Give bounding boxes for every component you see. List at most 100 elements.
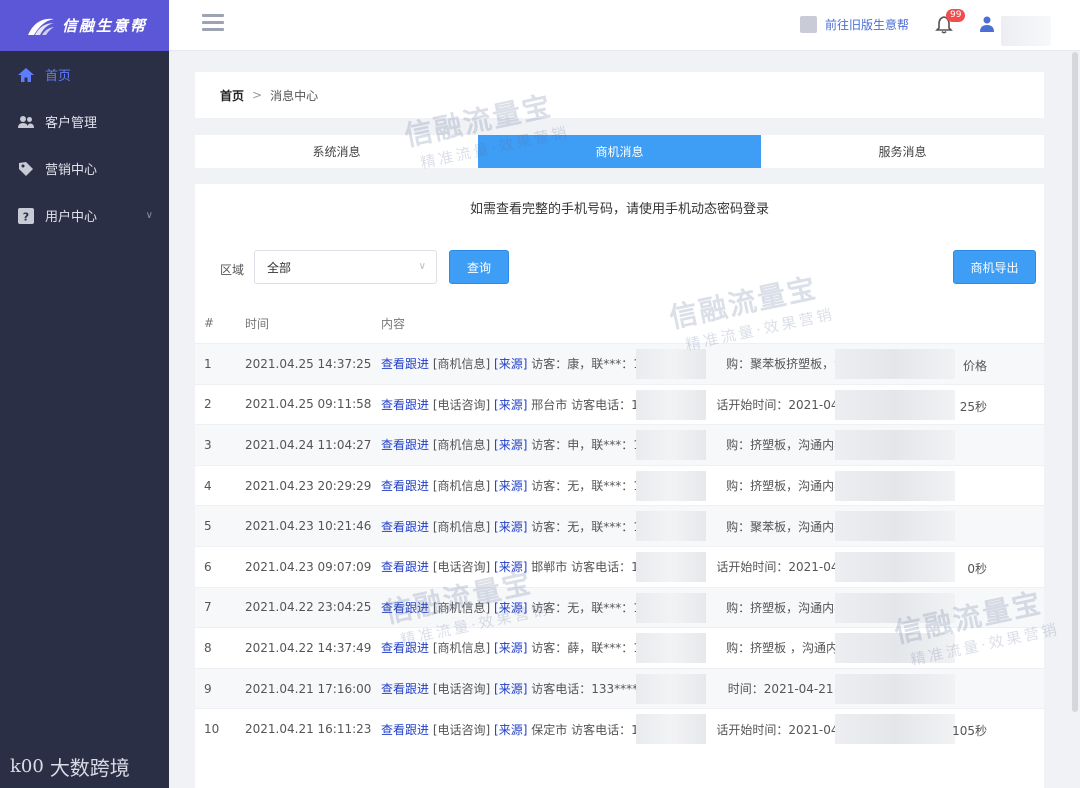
source-link[interactable]: [来源] [494, 438, 527, 452]
svg-text:?: ? [23, 210, 29, 223]
sidebar-item-customers[interactable]: 客户管理 [0, 98, 169, 145]
old-version-label: 前往旧版生意帮 [825, 18, 910, 32]
help-icon: ? [18, 207, 34, 224]
sidebar-item-label: 营销中心 [45, 163, 98, 178]
redacted-block [636, 470, 706, 501]
row-index: 9 [204, 681, 212, 696]
redacted-block [636, 430, 706, 461]
row-index: 6 [204, 559, 212, 574]
redacted-block [636, 511, 706, 542]
home-icon [18, 67, 34, 82]
chevron-down-icon: ∨ [145, 210, 153, 221]
app-logo[interactable]: 信融生意帮 [0, 0, 169, 51]
sidebar-item-label: 首页 [45, 69, 72, 84]
region-select[interactable]: 全部 ∨ [254, 250, 437, 284]
view-followup-link[interactable]: 查看跟进 [381, 479, 429, 493]
visitor-info: 保定市 访客电话：17 [531, 722, 647, 737]
message-tabs: 系统消息 商机消息 服务消息 [195, 135, 1044, 168]
view-followup-link[interactable]: 查看跟进 [381, 560, 429, 574]
redacted-block [835, 633, 955, 664]
source-link[interactable]: [来源] [494, 682, 527, 696]
row-index: 8 [204, 640, 212, 655]
sidebar-item-user-center[interactable]: ? 用户中心 ∨ [0, 192, 169, 239]
source-link[interactable]: [来源] [494, 641, 527, 655]
redacted-block [835, 551, 955, 582]
sidebar-item-home[interactable]: 首页 [0, 51, 169, 98]
message-type: [商机信息] [432, 479, 491, 494]
login-notice: 如需查看完整的手机号码，请使用手机动态密码登录 [469, 202, 769, 217]
view-followup-link[interactable]: 查看跟进 [381, 723, 429, 737]
table-row: 4 2021.04.23 20:29:29 查看跟进 [商机信息] [来源] 访客：… [195, 464, 1044, 506]
row-tail: 25秒 [959, 399, 987, 414]
bottom-brand: k00 大数跨境 [10, 752, 130, 781]
breadcrumb-home[interactable]: 首页 [220, 87, 244, 104]
old-version-link[interactable]: 前往旧版生意帮 [800, 16, 909, 33]
view-followup-link[interactable]: 查看跟进 [381, 520, 429, 534]
message-type: [电话咨询] [432, 682, 491, 697]
view-followup-link[interactable]: 查看跟进 [381, 357, 429, 371]
message-type: [商机信息] [432, 641, 491, 656]
message-type: [电话咨询] [432, 397, 491, 412]
table-row: 9 2021.04.21 17:16:00 查看跟进 [电话咨询] [来源] 访客电… [195, 667, 1044, 709]
menu-toggle-icon[interactable] [202, 14, 224, 32]
row-time: 2021.04.21 17:16:00 [245, 681, 372, 696]
breadcrumb-separator: > [252, 88, 263, 102]
top-header: 前往旧版生意帮 99 [169, 0, 1080, 51]
view-followup-link[interactable]: 查看跟进 [381, 438, 429, 452]
messages-table: # 时间 内容 1 2021.04.25 14:37:25 查看跟进 [商机信息] … [195, 303, 1044, 749]
table-row: 10 2021.04.21 16:11:23 查看跟进 [电话咨询] [来源] 保定… [195, 708, 1044, 749]
view-followup-link[interactable]: 查看跟进 [381, 601, 429, 615]
row-time: 2021.04.23 20:29:29 [245, 478, 372, 493]
source-link[interactable]: [来源] [494, 601, 527, 615]
export-button[interactable]: 商机导出 [953, 250, 1036, 284]
source-link[interactable]: [来源] [494, 520, 527, 534]
redacted-block [636, 551, 706, 582]
source-link[interactable]: [来源] [494, 357, 527, 371]
row-time: 2021.04.21 16:11:23 [245, 722, 372, 737]
message-type: [商机信息] [432, 600, 491, 615]
redacted-block [835, 389, 955, 420]
scrollbar[interactable] [1072, 52, 1078, 712]
sidebar-item-marketing[interactable]: 营销中心 [0, 145, 169, 192]
message-type: [电话咨询] [432, 560, 491, 575]
redacted-block [835, 511, 955, 542]
view-followup-link[interactable]: 查看跟进 [381, 682, 429, 696]
query-button[interactable]: 查询 [449, 250, 509, 284]
breadcrumb: 首页 > 消息中心 [195, 72, 1044, 118]
table-row: 7 2021.04.22 23:04:25 查看跟进 [商机信息] [来源] 访客：… [195, 586, 1044, 628]
redacted-block [835, 349, 955, 379]
breadcrumb-current: 消息中心 [270, 88, 319, 103]
source-link[interactable]: [来源] [494, 479, 527, 493]
tab-system-messages[interactable]: 系统消息 [195, 135, 478, 168]
users-icon [18, 115, 34, 128]
row-tail: 价格 [962, 359, 987, 373]
redacted-block [835, 592, 955, 623]
source-link[interactable]: [来源] [494, 560, 527, 574]
region-select-value: 全部 [267, 260, 292, 275]
redacted-block [835, 673, 955, 704]
tab-business-messages[interactable]: 商机消息 [478, 135, 761, 168]
chevron-down-icon: ∨ [418, 261, 426, 272]
source-link[interactable]: [来源] [494, 723, 527, 737]
brand-mark: k00 [10, 756, 44, 777]
redacted-block [636, 389, 706, 420]
row-index: 7 [204, 600, 212, 615]
redacted-block [835, 430, 955, 461]
row-index: 1 [204, 356, 212, 371]
redacted-block [636, 673, 706, 704]
row-index: 4 [204, 478, 212, 493]
view-followup-link[interactable]: 查看跟进 [381, 398, 429, 412]
row-tail: 0秒 [967, 561, 987, 576]
logo-text: 信融生意帮 [62, 17, 148, 35]
table-row: 8 2021.04.22 14:37:49 查看跟进 [商机信息] [来源] 访客：… [195, 627, 1044, 668]
avatar-icon[interactable] [979, 15, 995, 33]
table-row: 3 2021.04.24 11:04:27 查看跟进 [商机信息] [来源] 访客：… [195, 424, 1044, 465]
source-link[interactable]: [来源] [494, 398, 527, 412]
view-followup-link[interactable]: 查看跟进 [381, 641, 429, 655]
redacted-block [636, 592, 706, 623]
redacted-block [835, 714, 955, 745]
table-row: 6 2021.04.23 09:07:09 查看跟进 [电话咨询] [来源] 邯郸市… [195, 545, 1044, 587]
row-time: 2021.04.23 09:07:09 [245, 559, 372, 574]
tab-service-messages[interactable]: 服务消息 [761, 135, 1044, 168]
row-index: 10 [204, 722, 220, 737]
